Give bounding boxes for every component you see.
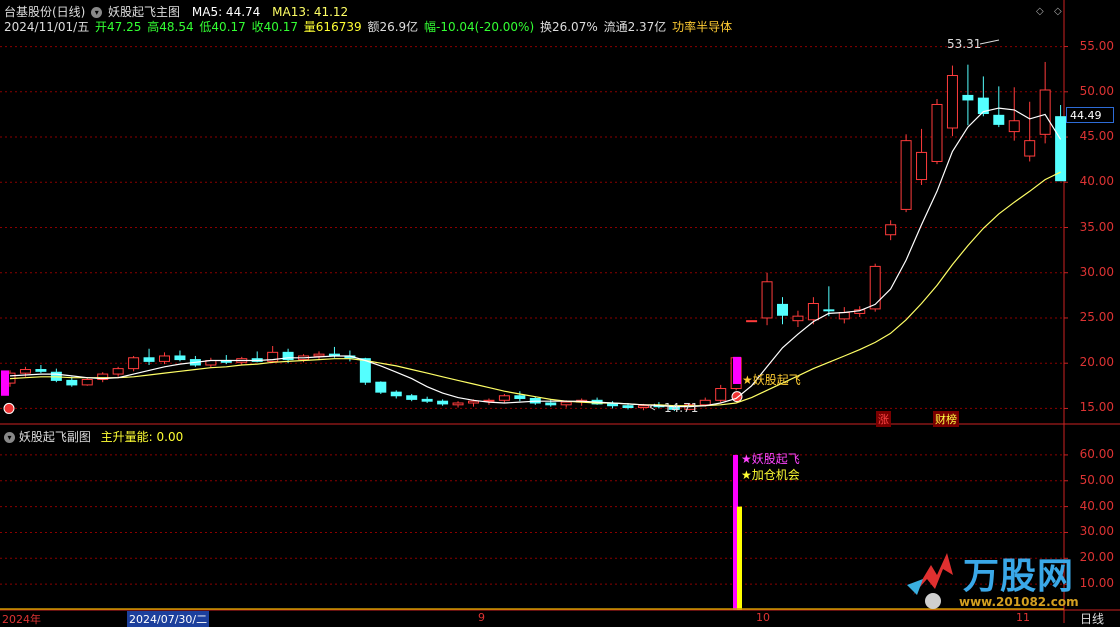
candle-body bbox=[1039, 89, 1051, 135]
candle-body bbox=[807, 302, 819, 321]
candle-body bbox=[885, 224, 897, 236]
candle-body bbox=[375, 381, 387, 393]
candle-body bbox=[869, 265, 881, 310]
signal-bar-breakout bbox=[733, 356, 741, 385]
high-mark-arrow bbox=[979, 39, 1000, 45]
candle-body bbox=[159, 355, 170, 362]
chart-window: 台基股份(日线) ▾ 妖股起飞主图 MA5: 44.74 MA13: 41.12… bbox=[0, 0, 1120, 627]
signal-ball-left bbox=[3, 402, 15, 414]
time-axis-cursor-date: 2024/07/30/二 bbox=[127, 611, 210, 627]
price-axis-label: 50.00 bbox=[1079, 83, 1114, 98]
price-axis-label: 25.00 bbox=[1079, 309, 1114, 324]
price-axis-label: 15.00 bbox=[1079, 400, 1114, 415]
volume-axis-label: 60.00 bbox=[1079, 446, 1114, 461]
candle-body bbox=[468, 400, 479, 404]
sub-panel-indicator: 主升量能: 0.00 bbox=[100, 430, 184, 444]
candle-body bbox=[993, 114, 1005, 125]
candle-body bbox=[777, 303, 788, 316]
signal-bar-left bbox=[1, 370, 9, 396]
brand-name: 万股网 bbox=[963, 556, 1075, 597]
price-axis-label: 45.00 bbox=[1079, 129, 1114, 144]
candle-body bbox=[699, 399, 711, 406]
candle-body bbox=[1055, 116, 1067, 182]
sub-panel-header: ▾ 妖股起飞副图 主升量能: 0.00 bbox=[4, 428, 183, 445]
candle-body bbox=[498, 395, 510, 401]
candle-body bbox=[838, 312, 850, 320]
price-axis-label: 20.00 bbox=[1079, 355, 1114, 370]
candle-body bbox=[81, 378, 93, 386]
candle-body bbox=[916, 151, 928, 181]
candle-body bbox=[421, 398, 433, 402]
chevron-down-icon[interactable]: ▾ bbox=[4, 432, 15, 443]
candle-body bbox=[128, 357, 140, 370]
price-axis-label: 30.00 bbox=[1079, 264, 1114, 279]
annotations bbox=[649, 39, 1000, 411]
price-axis-label: 40.00 bbox=[1079, 174, 1114, 189]
candle-body bbox=[19, 369, 31, 374]
candle-body bbox=[946, 75, 958, 129]
candle-body bbox=[823, 309, 835, 312]
candle-body bbox=[560, 401, 572, 406]
candle-body bbox=[962, 94, 974, 101]
candle-body bbox=[437, 400, 449, 405]
volume-axis-label: 50.00 bbox=[1079, 472, 1114, 487]
current-price-box: 44.49 bbox=[1066, 107, 1114, 123]
candle-body bbox=[1008, 120, 1020, 133]
candle-body bbox=[406, 395, 418, 400]
time-axis-month-9: 9 bbox=[478, 611, 485, 624]
time-axis-month-10: 10 bbox=[756, 611, 770, 624]
tag-caibao[interactable]: 财榜 bbox=[933, 411, 959, 427]
signal-ball-breakout bbox=[731, 391, 743, 403]
price-axis-label: 55.00 bbox=[1079, 38, 1114, 53]
candle-body bbox=[622, 405, 634, 409]
grid-lines bbox=[0, 46, 1064, 585]
brand-url: www.201082.com bbox=[959, 595, 1079, 609]
signal-main-label: ★妖股起飞 bbox=[742, 373, 801, 387]
kline-chart[interactable] bbox=[0, 0, 1120, 623]
candle-body bbox=[143, 357, 155, 362]
price-axis-label: 35.00 bbox=[1079, 219, 1114, 234]
candle-body bbox=[545, 402, 557, 406]
candle-body bbox=[174, 355, 186, 361]
volume-axis-label: 30.00 bbox=[1079, 524, 1114, 539]
candle-body bbox=[931, 103, 943, 162]
candles bbox=[1, 61, 1067, 414]
low-mark-label: 14.71 bbox=[664, 401, 699, 415]
volume-axis-label: 40.00 bbox=[1079, 498, 1114, 513]
candle-body bbox=[900, 140, 912, 210]
candle-body bbox=[514, 395, 526, 399]
candle-body bbox=[66, 379, 78, 386]
tag-zhang[interactable]: 涨 bbox=[876, 411, 891, 427]
high-mark-label: 53.31 bbox=[947, 37, 982, 51]
candle-body bbox=[313, 353, 325, 357]
candle-body bbox=[761, 281, 773, 319]
candle-body bbox=[390, 391, 402, 397]
sub-panel-title[interactable]: 妖股起飞副图 bbox=[19, 430, 91, 444]
candle-body bbox=[715, 388, 727, 401]
brand-logo: 万股网 www.201082.com bbox=[903, 545, 1103, 615]
candle-body bbox=[607, 403, 619, 407]
candle-body bbox=[746, 320, 758, 323]
candle-body bbox=[452, 402, 464, 406]
candle-body bbox=[112, 368, 124, 375]
signal-sub2-label: ★加仓机会 bbox=[741, 468, 800, 482]
time-axis-year: 2024年 bbox=[2, 613, 41, 626]
volume-bar bbox=[737, 506, 742, 610]
candle-body bbox=[35, 369, 47, 372]
signal-sub1-label: ★妖股起飞 bbox=[741, 452, 800, 466]
candle-body bbox=[637, 405, 649, 409]
candle-body bbox=[792, 315, 804, 322]
candle-body bbox=[1024, 140, 1036, 157]
